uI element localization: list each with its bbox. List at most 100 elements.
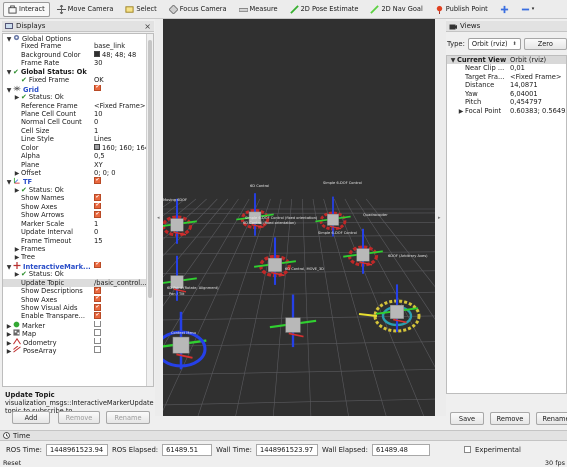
- enable-checkbox[interactable]: [94, 194, 101, 201]
- remove-view-button[interactable]: Remove: [490, 412, 530, 425]
- displays-row[interactable]: Update Interval 0: [3, 228, 153, 236]
- left-splitter[interactable]: ◂: [155, 19, 163, 416]
- ros-time-field[interactable]: 1448961523.94: [45, 444, 108, 456]
- remove-tool-button[interactable]: ▾: [516, 2, 540, 17]
- displays-tree[interactable]: ▼ Global Options Fixed Frame base_link Backg…: [2, 33, 154, 387]
- displays-row-value[interactable]: [94, 287, 152, 295]
- displays-row[interactable]: ▼ Global Options: [3, 34, 153, 43]
- enable-checkbox[interactable]: [94, 320, 101, 328]
- displays-row[interactable]: Frame Timeout 15: [3, 237, 153, 245]
- displays-row[interactable]: Normal Cell Count 0: [3, 118, 153, 126]
- enable-checkbox[interactable]: [94, 202, 101, 210]
- displays-scrollbar[interactable]: [146, 34, 153, 386]
- displays-row[interactable]: ▼ ✔ Global Status: Ok: [3, 68, 153, 76]
- publish-point-tool-button[interactable]: Publish Point: [430, 2, 493, 17]
- enable-checkbox[interactable]: [94, 84, 101, 92]
- displays-row-value[interactable]: [94, 329, 152, 337]
- color-swatch[interactable]: [94, 143, 100, 150]
- displays-row[interactable]: Background Color 48; 48; 48: [3, 50, 153, 59]
- close-panel-icon[interactable]: ×: [144, 22, 151, 31]
- displays-row[interactable]: ✔ Fixed Frame OK: [3, 76, 153, 84]
- rename-view-button[interactable]: Rename: [536, 412, 567, 425]
- enable-checkbox[interactable]: [94, 346, 101, 353]
- displays-row[interactable]: ▶ PoseArray: [3, 346, 153, 356]
- displays-row[interactable]: Marker Scale 1: [3, 220, 153, 228]
- views-row[interactable]: Pitch 0,454797: [447, 98, 566, 106]
- move-camera-tool-button[interactable]: Move Camera: [52, 2, 119, 17]
- displays-row[interactable]: Reference Frame <Fixed Frame>: [3, 102, 153, 110]
- displays-row[interactable]: Frame Rate 30: [3, 59, 153, 67]
- displays-row[interactable]: ▶ Tree: [3, 253, 153, 261]
- zero-view-button[interactable]: Zero: [523, 38, 567, 50]
- nav-goal-tool-button[interactable]: 2D Nav Goal: [365, 2, 427, 17]
- pose-estimate-tool-button[interactable]: 2D Pose Estimate: [285, 2, 364, 17]
- displays-row[interactable]: ▶ Map: [3, 329, 153, 338]
- scene-canvas[interactable]: Moving 6DOF 6D Control Simple 6-DOF Contro…: [163, 19, 435, 416]
- displays-row[interactable]: ▼ Grid: [3, 84, 153, 94]
- 3d-viewport[interactable]: Moving 6DOF 6D Control Simple 6-DOF Contro…: [163, 19, 435, 416]
- enable-checkbox[interactable]: [94, 287, 101, 294]
- views-tree[interactable]: ▼ Current View Orbit (rviz) Near Clip ... 0,…: [446, 55, 567, 394]
- displays-row[interactable]: Plane Cell Count 10: [3, 110, 153, 118]
- displays-row-value[interactable]: [94, 304, 152, 312]
- interact-tool-button[interactable]: Interact: [3, 1, 50, 17]
- rename-display-button[interactable]: Rename: [106, 411, 150, 424]
- view-type-select[interactable]: Orbit (rviz) ⬍: [467, 38, 521, 50]
- views-row[interactable]: Yaw 6,04001: [447, 90, 566, 98]
- displays-row[interactable]: ▶ ✔ Status: Ok: [3, 186, 153, 194]
- add-tool-button[interactable]: [495, 2, 514, 17]
- expand-right-icon[interactable]: ▶: [5, 348, 13, 356]
- displays-row[interactable]: Line Style Lines: [3, 135, 153, 143]
- measure-tool-button[interactable]: Measure: [234, 2, 283, 17]
- displays-row[interactable]: Show Axes: [3, 202, 153, 211]
- displays-row-value[interactable]: [94, 261, 152, 270]
- displays-row[interactable]: Alpha 0,5: [3, 152, 153, 160]
- experimental-checkbox[interactable]: [463, 445, 471, 453]
- displays-row-value[interactable]: [94, 337, 152, 346]
- enable-checkbox[interactable]: [94, 261, 101, 269]
- displays-row-value[interactable]: [94, 312, 152, 320]
- save-view-button[interactable]: Save: [450, 412, 484, 425]
- enable-checkbox[interactable]: [94, 295, 101, 303]
- displays-row[interactable]: Show Descriptions: [3, 287, 153, 295]
- displays-row-value[interactable]: [94, 194, 152, 202]
- select-tool-button[interactable]: Select: [120, 2, 161, 17]
- displays-row[interactable]: ▶ Odometry: [3, 337, 153, 347]
- displays-row[interactable]: ▶ Offset 0; 0; 0: [3, 169, 153, 177]
- displays-row[interactable]: Update Topic/basic_control...: [3, 278, 153, 288]
- displays-row[interactable]: ▼ InteractiveMark...: [3, 261, 153, 271]
- displays-row[interactable]: Show Arrows: [3, 211, 153, 219]
- displays-row[interactable]: Color 160; 160; 164: [3, 143, 153, 152]
- add-display-button[interactable]: Add: [12, 411, 50, 424]
- displays-row[interactable]: Show Axes: [3, 295, 153, 304]
- displays-row[interactable]: Fixed Frame base_link: [3, 42, 153, 50]
- displays-row[interactable]: Show Visual Aids: [3, 304, 153, 312]
- displays-row-value[interactable]: [94, 346, 152, 354]
- views-row[interactable]: ▼ Current View Orbit (rviz): [447, 56, 566, 65]
- views-row[interactable]: Near Clip ... 0,01: [447, 64, 566, 72]
- scrollbar-thumb[interactable]: [148, 40, 152, 298]
- displays-row[interactable]: ▼ TF: [3, 177, 153, 186]
- displays-row[interactable]: Plane XY: [3, 161, 153, 169]
- displays-row[interactable]: Show Names: [3, 194, 153, 202]
- displays-row-value[interactable]: [94, 84, 152, 93]
- displays-row[interactable]: ▶ Marker: [3, 320, 153, 330]
- displays-row[interactable]: ▶ Frames: [3, 245, 153, 253]
- enable-checkbox[interactable]: [94, 312, 101, 319]
- expand-right-icon[interactable]: ▶: [457, 108, 465, 116]
- ros-elapsed-field[interactable]: 61489.51: [162, 444, 213, 456]
- wall-elapsed-field[interactable]: 61489.48: [371, 444, 430, 456]
- displays-row[interactable]: ▶ ✔ Status: Ok: [3, 93, 153, 101]
- views-row[interactable]: Target Fra... <Fixed Frame>: [447, 73, 566, 81]
- displays-row-value[interactable]: [94, 320, 152, 329]
- enable-checkbox[interactable]: [94, 177, 101, 184]
- enable-checkbox[interactable]: [94, 304, 101, 311]
- enable-checkbox[interactable]: [94, 329, 101, 336]
- views-row[interactable]: ▶Focal Point0.60383; 0.56493...: [447, 107, 566, 115]
- remove-display-button[interactable]: Remove: [58, 411, 100, 424]
- displays-row[interactable]: Cell Size 1: [3, 127, 153, 135]
- displays-row[interactable]: ▶ ✔ Status: Ok: [3, 270, 153, 278]
- views-row[interactable]: Distance 14,0871: [447, 81, 566, 89]
- focus-camera-tool-button[interactable]: Focus Camera: [164, 2, 232, 17]
- color-swatch[interactable]: [94, 50, 100, 57]
